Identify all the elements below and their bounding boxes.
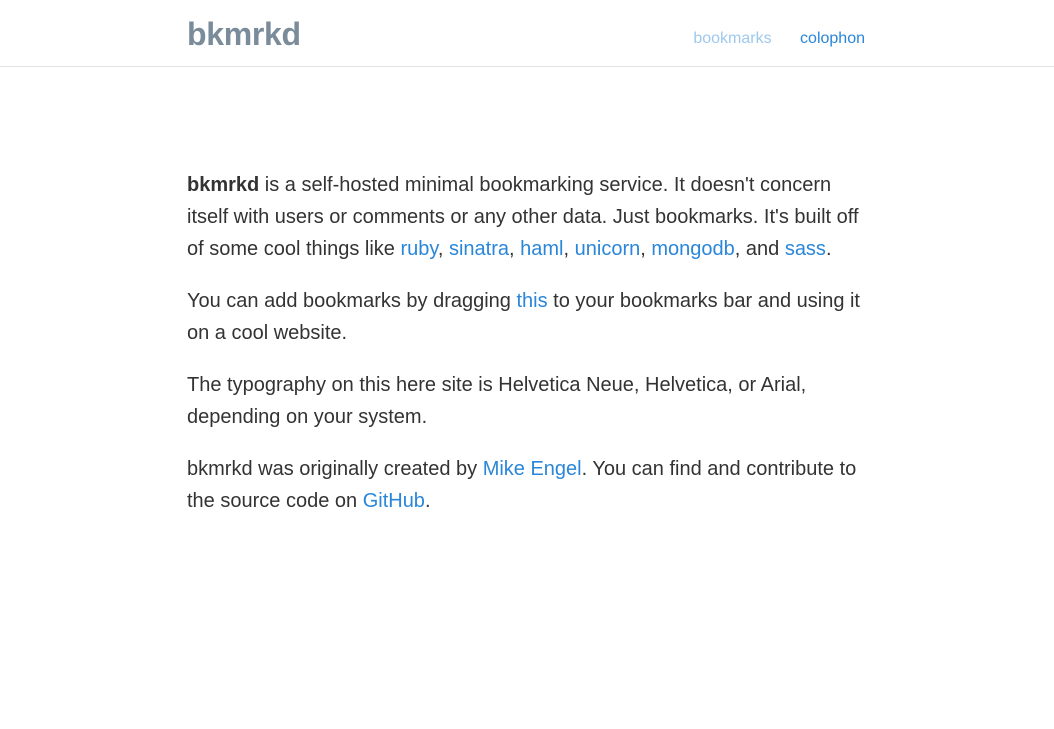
link-haml[interactable]: haml: [520, 238, 563, 260]
brand-name: bkmrkd: [187, 174, 260, 196]
main-nav: bookmarks colophon: [669, 29, 865, 49]
site-header: bkmrkd bookmarks colophon: [0, 0, 1054, 67]
credits-text-before: bkmrkd was originally created by: [187, 458, 483, 480]
separator: , and: [734, 238, 785, 260]
separator: ,: [640, 238, 652, 260]
separator: ,: [563, 238, 575, 260]
intro-paragraph: bkmrkd is a self-hosted minimal bookmark…: [187, 169, 867, 265]
separator: ,: [437, 238, 449, 260]
nav-link-bookmarks[interactable]: bookmarks: [693, 30, 771, 47]
link-sass[interactable]: sass: [785, 238, 826, 260]
author-link[interactable]: Mike Engel: [483, 458, 582, 480]
link-sinatra[interactable]: sinatra: [449, 238, 509, 260]
bookmarklet-paragraph: You can add bookmarks by dragging this t…: [187, 285, 867, 349]
credits-paragraph: bkmrkd was originally created by Mike En…: [187, 453, 867, 517]
link-ruby[interactable]: ruby: [400, 238, 437, 260]
separator: ,: [509, 238, 521, 260]
header-inner: bkmrkd bookmarks colophon: [187, 0, 867, 67]
link-unicorn[interactable]: unicorn: [575, 238, 641, 260]
link-mongodb[interactable]: mongodb: [651, 238, 734, 260]
period: .: [825, 238, 832, 260]
typography-paragraph: The typography on this here site is Helv…: [187, 374, 807, 428]
colophon-content: bkmrkd is a self-hosted minimal bookmark…: [187, 67, 867, 517]
github-link[interactable]: GitHub: [363, 490, 425, 512]
bookmarklet-link[interactable]: this: [516, 290, 547, 312]
bookmarklet-text-before: You can add bookmarks by dragging: [187, 290, 517, 312]
nav-link-colophon[interactable]: colophon: [800, 30, 865, 47]
period: .: [424, 490, 431, 512]
site-logo-link[interactable]: bkmrkd: [187, 14, 301, 54]
